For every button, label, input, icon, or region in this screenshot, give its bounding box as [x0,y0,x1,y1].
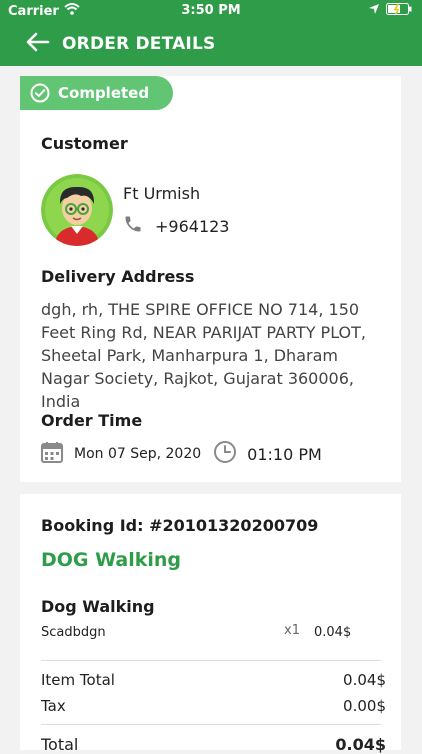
item-group-heading: Dog Walking [41,597,155,616]
item-name: Scadbdgn [41,625,106,640]
status-bar: Carrier 3:50 PM [0,0,422,22]
divider [41,724,381,725]
item-total-row: Item Total 0.04$ [41,671,386,689]
status-right [368,3,412,19]
battery-icon [386,3,412,19]
customer-phone: +964123 [155,216,230,236]
customer-phone-row[interactable]: +964123 [123,214,229,238]
item-total-value: 0.04$ [343,671,386,689]
page-title: ORDER DETAILS [62,34,216,54]
calendar-icon [41,441,63,467]
total-row: Total 0.04$ [41,735,386,754]
customer-name: Ft Urmish [123,184,201,203]
clock-icon [213,440,237,468]
order-info-card: Completed Customer Ft Urmish +964123 Del… [20,76,401,482]
tax-row: Tax 0.00$ [41,697,386,715]
order-date-row: Mon 07 Sep, 2020 01:10 PM [41,440,322,468]
tax-label: Tax [41,697,66,715]
top-bar: Carrier 3:50 PM ORDER DETAILS [0,0,422,66]
booking-card: Booking Id: #20101320200709 DOG Walking … [20,494,401,754]
avatar [41,174,113,246]
total-value: 0.04$ [335,735,386,754]
total-label: Total [41,735,79,754]
status-badge: Completed [20,76,173,110]
tax-value: 0.00$ [343,697,386,715]
item-price: 0.04$ [314,625,352,640]
customer-heading: Customer [41,134,128,153]
delivery-address-heading: Delivery Address [41,267,195,286]
back-button[interactable] [20,26,56,62]
phone-icon [123,214,143,238]
status-time: 3:50 PM [181,3,241,18]
order-time: 01:10 PM [247,444,322,464]
service-title: DOG Walking [41,549,182,571]
app-bar: ORDER DETAILS [0,22,422,66]
check-circle-icon [30,83,50,103]
back-arrow-icon [26,32,50,56]
status-badge-label: Completed [58,84,150,102]
divider [41,660,381,661]
booking-id: Booking Id: #20101320200709 [41,516,319,535]
order-time-heading: Order Time [41,411,143,430]
item-total-label: Item Total [41,671,115,689]
order-date: Mon 07 Sep, 2020 [74,446,202,462]
location-arrow-icon [368,3,380,19]
item-quantity: x1 [284,623,300,638]
delivery-address: dgh, rh, THE SPIRE OFFICE NO 714, 150 Fe… [41,300,366,411]
